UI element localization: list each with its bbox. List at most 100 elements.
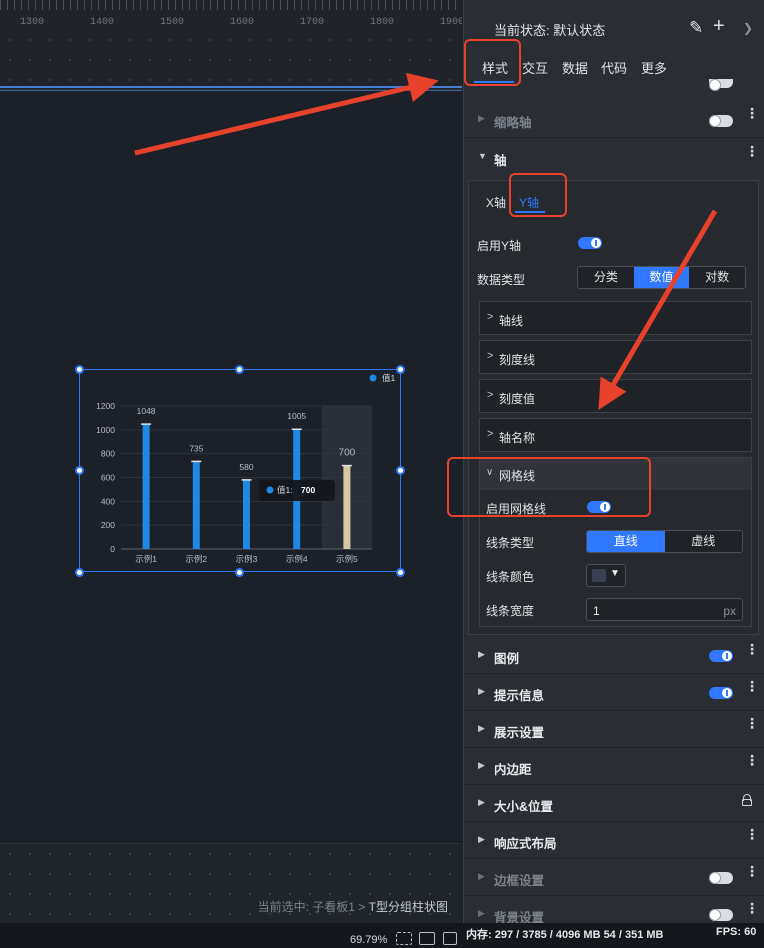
section-title: 提示信息	[494, 689, 545, 703]
more-icon[interactable]: ⋮	[745, 716, 759, 730]
ruler-ticks	[0, 0, 462, 10]
ruler-grid-dots	[0, 30, 462, 85]
caret-right-icon: ▶	[478, 686, 485, 696]
line-color-picker[interactable]: ▼	[586, 564, 626, 587]
more-icon[interactable]: ⋮	[745, 642, 759, 656]
collapse-tick-line[interactable]: > 刻度线	[479, 340, 752, 374]
selection-path: 当前选中: 子看板1 >	[257, 900, 369, 914]
caret-right-icon: ▶	[478, 871, 485, 881]
more-icon[interactable]: ⋮	[745, 106, 759, 120]
section-padding[interactable]: ▶ 内边距 ⋮	[464, 748, 764, 785]
section-title: 边框设置	[494, 874, 545, 888]
selection-name: T型分组柱状图	[368, 900, 448, 914]
data-type-category[interactable]: 分类	[578, 267, 634, 288]
section-tooltip[interactable]: ▶ 提示信息 ⋮	[464, 674, 764, 711]
tab-data[interactable]: 数据	[562, 58, 588, 77]
tooltip-label: 值1:	[277, 485, 293, 495]
tab-x-axis[interactable]: X轴	[486, 194, 506, 211]
data-type-selector: 分类 数值 对数	[577, 266, 746, 289]
zoom-level[interactable]: 69.79%	[350, 934, 387, 946]
section-size-position[interactable]: ▶ 大小&位置	[464, 785, 764, 822]
tab-interaction[interactable]: 交互	[522, 58, 548, 77]
state-value[interactable]: 默认状态	[553, 23, 605, 38]
tooltip-toggle[interactable]	[709, 687, 733, 699]
tab-code[interactable]: 代码	[601, 58, 627, 77]
data-type-value[interactable]: 数值	[633, 267, 690, 288]
section-thumbnail-axis[interactable]: ▶ 缩略轴 ⋮	[464, 101, 764, 138]
section-title: 大小&位置	[494, 800, 554, 814]
line-color-label: 线条颜色	[486, 570, 535, 584]
y-tick-label: 200	[101, 520, 115, 530]
resize-handle-r[interactable]	[396, 466, 405, 475]
more-icon[interactable]: ⋮	[745, 679, 759, 693]
resize-handle-tl[interactable]	[75, 365, 84, 374]
keyboard-icon[interactable]	[419, 932, 435, 945]
chart-widget-selection[interactable]: 0 200 400 600 800 1000 1200 1048 示例1 735 示例2 580 示例3…	[79, 369, 401, 572]
hidden-toggle[interactable]	[709, 79, 733, 90]
resize-handle-tr[interactable]	[396, 365, 405, 374]
chevron-right-icon[interactable]: ❯	[743, 21, 753, 35]
lock-icon[interactable]	[742, 794, 752, 806]
resize-handle-t[interactable]	[235, 365, 244, 374]
caret-right-icon: ▶	[478, 797, 485, 807]
collapse-axis-name[interactable]: > 轴名称	[479, 418, 752, 452]
section-title: 内边距	[494, 763, 532, 777]
tab-more[interactable]: 更多	[641, 58, 667, 77]
section-border[interactable]: ▶ 边框设置 ⋮	[464, 859, 764, 896]
fps-counter: FPS: 60	[716, 926, 757, 938]
more-icon[interactable]: ⋮	[745, 827, 759, 841]
data-type-log[interactable]: 对数	[689, 267, 745, 288]
x-tick-label: 示例2	[185, 554, 207, 564]
canvas-area[interactable]: 1300 1400 1500 1600 1700 1800 1900 0 200 4…	[0, 0, 462, 948]
more-icon[interactable]: ⋮	[745, 901, 759, 915]
bar	[243, 479, 250, 549]
annotation-box-gridline	[447, 457, 651, 517]
thumbnail-axis-toggle[interactable]	[709, 115, 733, 127]
section-responsive-layout[interactable]: ▶ 响应式布局 ⋮	[464, 822, 764, 859]
axis-settings: X轴 Y轴 启用Y轴 数据类型 分类 数值 对数 > 轴线 > 刻度线 > 刻度…	[468, 180, 759, 635]
resize-handle-l[interactable]	[75, 466, 84, 475]
section-title: 背景设置	[494, 911, 545, 923]
line-width-input[interactable]: 1 px	[586, 598, 743, 621]
ruler-label: 1300	[20, 17, 45, 28]
x-tick-label: 示例5	[336, 554, 358, 564]
more-icon[interactable]: ⋮	[745, 864, 759, 878]
terminal-icon[interactable]	[443, 932, 457, 945]
legend-label: 值1	[382, 373, 396, 383]
data-label: 700	[339, 448, 356, 459]
bar-chart: 0 200 400 600 800 1000 1200 1048 示例1 735 示例2 580 示例3…	[96, 373, 396, 564]
section-background[interactable]: ▶ 背景设置 ⋮	[464, 896, 764, 923]
section-axis[interactable]: ▼ 轴 ⋮	[464, 139, 764, 176]
y-tick-label: 0	[110, 544, 115, 554]
data-label: 580	[239, 462, 253, 472]
enable-y-axis-label: 启用Y轴	[477, 239, 522, 253]
resize-handle-b[interactable]	[235, 568, 244, 577]
resize-handle-br[interactable]	[396, 568, 405, 577]
current-selection-info: 当前选中: 子看板1 > T型分组柱状图	[258, 898, 448, 915]
y-tick-label: 1200	[96, 401, 115, 411]
legend-toggle[interactable]	[709, 650, 733, 662]
line-type-dashed[interactable]: 虚线	[665, 531, 743, 552]
resize-handle-bl[interactable]	[75, 568, 84, 577]
chevron-right-icon: >	[487, 350, 494, 362]
ruler-label: 1400	[90, 17, 115, 28]
section-display[interactable]: ▶ 展示设置 ⋮	[464, 711, 764, 748]
legend-marker	[369, 374, 377, 382]
background-toggle[interactable]	[709, 909, 733, 921]
edit-icon[interactable]: ✎	[689, 18, 703, 38]
border-toggle[interactable]	[709, 872, 733, 884]
caret-right-icon: ▶	[478, 834, 485, 844]
state-indicator: 当前状态: 默认状态	[494, 20, 605, 39]
chevron-right-icon: >	[487, 428, 494, 440]
x-tick-label: 示例3	[236, 554, 258, 564]
collapse-tick-value[interactable]: > 刻度值	[479, 379, 752, 413]
more-icon[interactable]: ⋮	[745, 753, 759, 767]
fit-screen-icon[interactable]	[396, 932, 412, 945]
caret-right-icon: ▶	[478, 649, 485, 659]
more-icon[interactable]: ⋮	[745, 144, 759, 158]
line-type-solid[interactable]: 直线	[587, 531, 665, 552]
enable-y-axis-toggle[interactable]	[578, 237, 602, 249]
add-icon[interactable]: +	[713, 15, 725, 38]
section-legend[interactable]: ▶ 图例 ⋮	[464, 637, 764, 674]
collapse-axis-line[interactable]: > 轴线	[479, 301, 752, 335]
